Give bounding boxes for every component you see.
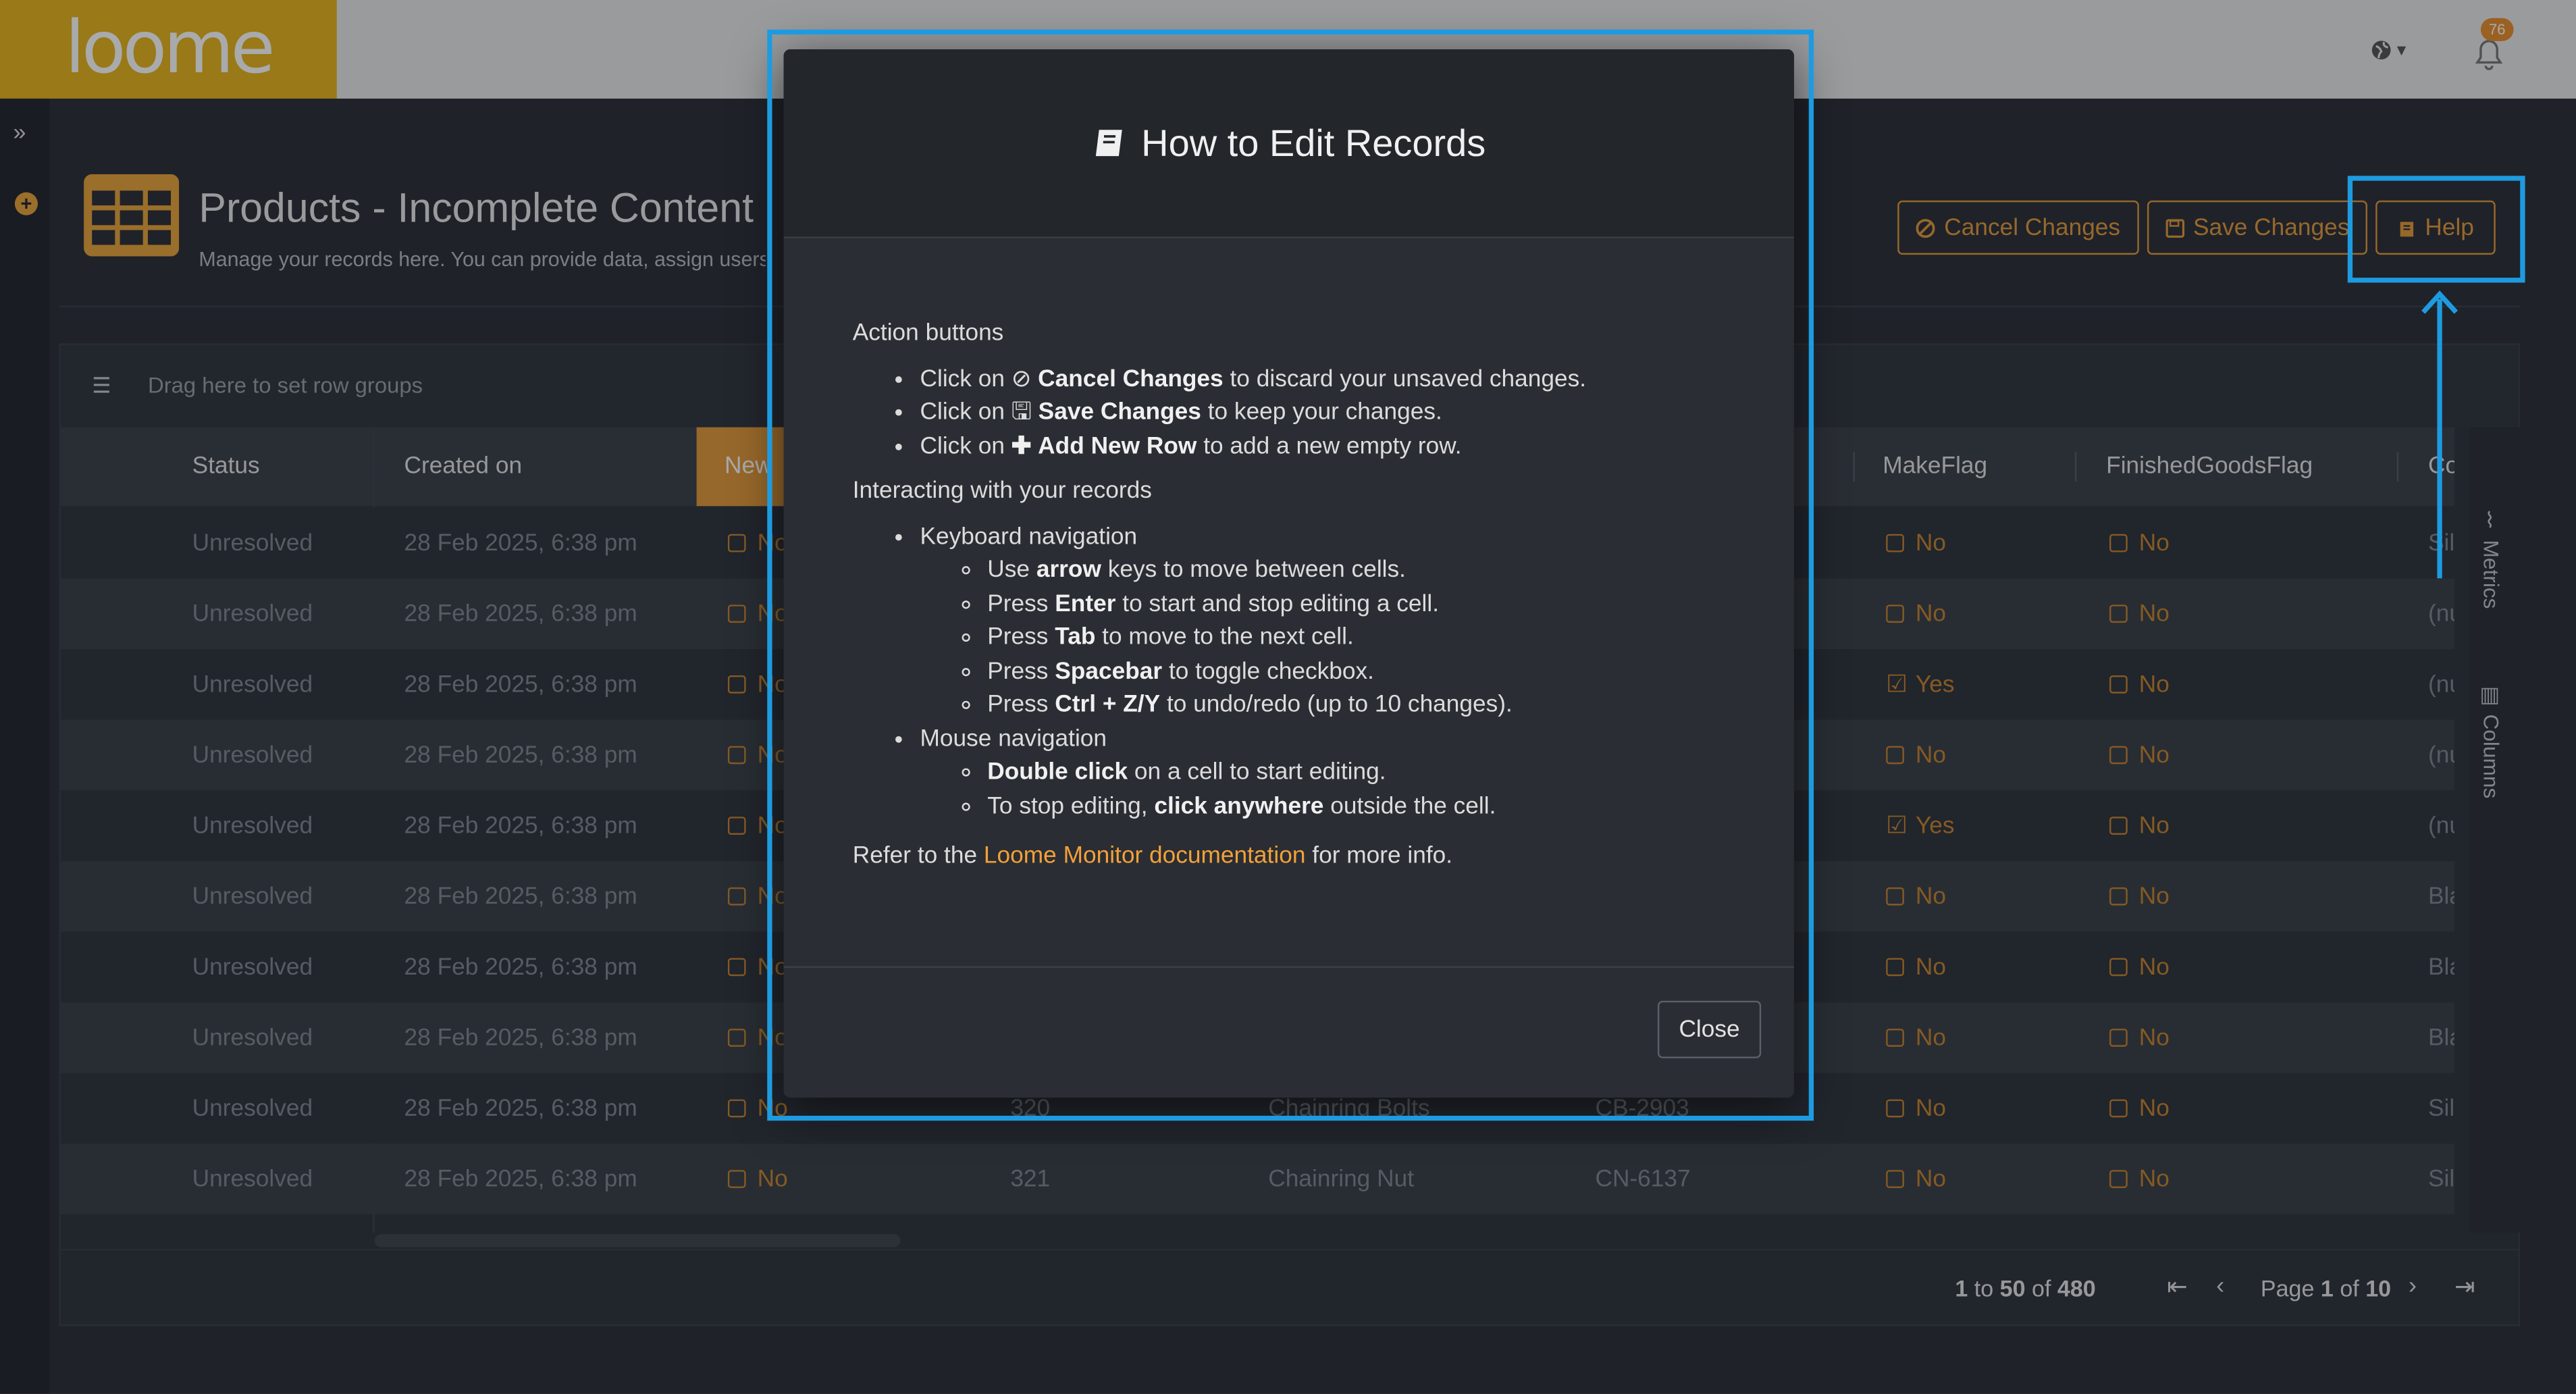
highlight-box: [767, 29, 1814, 1121]
arrow-up-icon: [2421, 290, 2458, 579]
highlight-box: [2347, 176, 2525, 283]
